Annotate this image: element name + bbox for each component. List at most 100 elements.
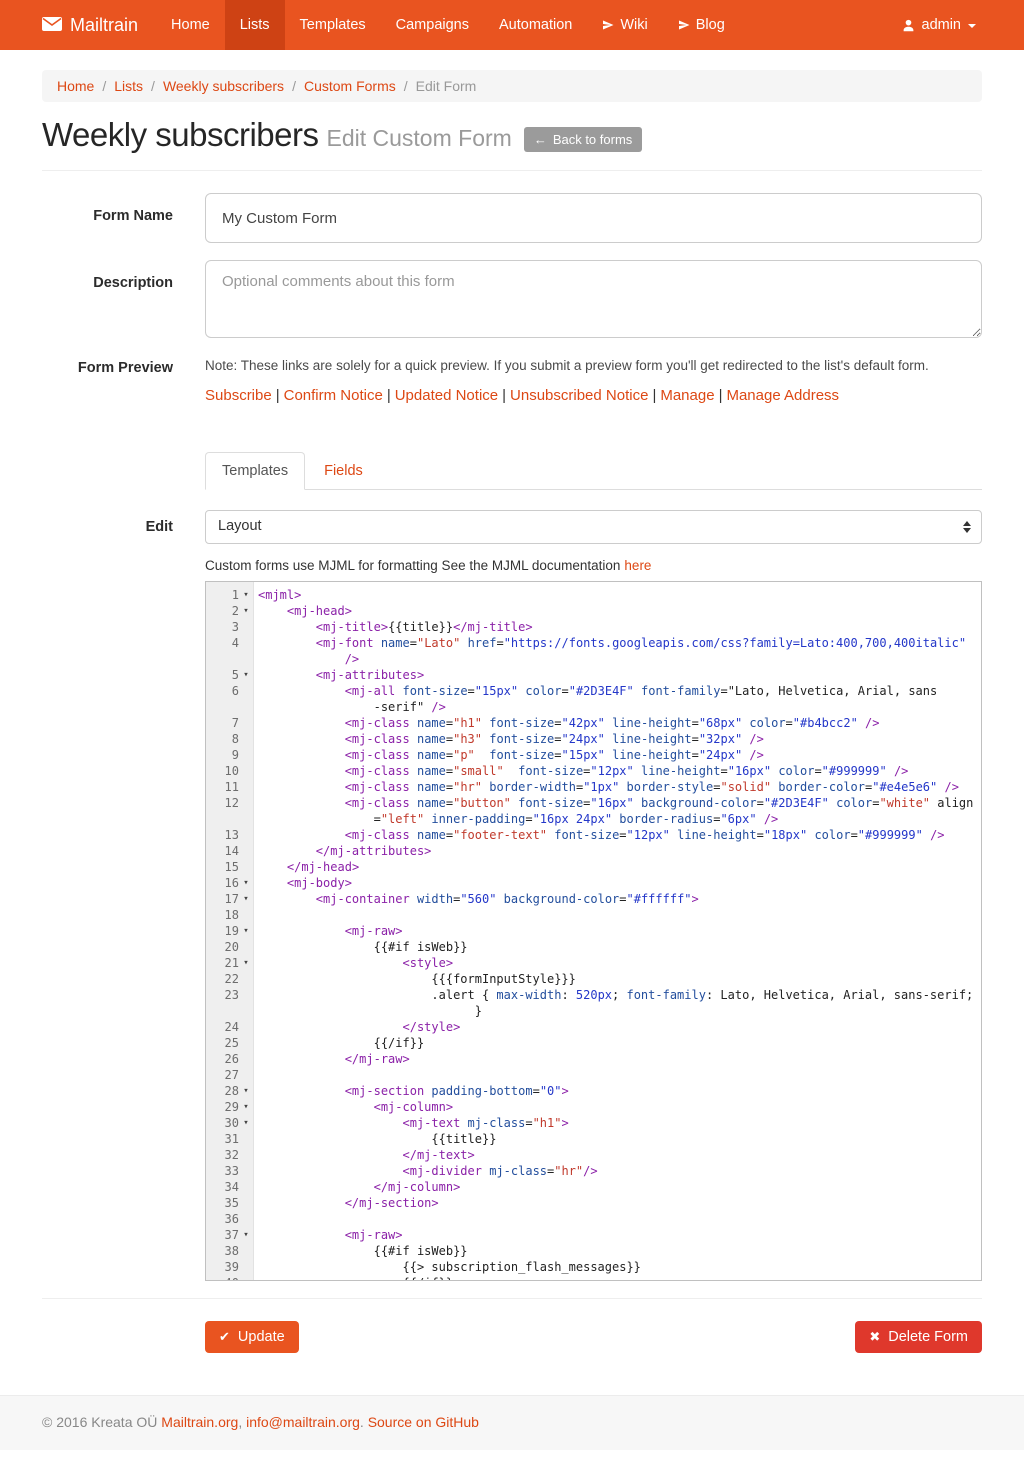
template-select[interactable]: Layout (205, 510, 982, 544)
line-number: 39 (206, 1259, 239, 1275)
fold-arrow-icon[interactable]: ▾ (239, 1083, 253, 1099)
preview-link-confirm-notice[interactable]: Confirm Notice (284, 387, 383, 404)
preview-links: Subscribe|Confirm Notice|Updated Notice|… (205, 387, 982, 404)
code-line[interactable]: .alert { max-width: 520px; font-family: … (258, 987, 981, 1003)
fold-arrow-icon[interactable]: ▾ (239, 587, 253, 603)
brand-link[interactable]: Mailtrain (42, 0, 156, 50)
code-line[interactable]: <mj-raw> (258, 923, 981, 939)
code-line[interactable]: <mj-body> (258, 875, 981, 891)
code-line[interactable]: </mj-column> (258, 1179, 981, 1195)
code-line[interactable]: <mj-attributes> (258, 667, 981, 683)
code-line[interactable]: </mj-text> (258, 1147, 981, 1163)
code-line[interactable] (258, 1067, 981, 1083)
fold-arrow-icon[interactable]: ▾ (239, 1115, 253, 1131)
code-line[interactable]: {{> subscription_flash_messages}} (258, 1259, 981, 1275)
gutter-line: 25 (206, 1035, 253, 1051)
code-line[interactable]: {{{formInputStyle}}} (258, 971, 981, 987)
nav-item-blog[interactable]: Blog (663, 0, 740, 50)
back-to-forms-button[interactable]: ← Back to forms (524, 127, 642, 152)
code-line[interactable]: <mj-divider mj-class="hr"/> (258, 1163, 981, 1179)
description-input[interactable] (205, 260, 982, 338)
code-line[interactable] (258, 1211, 981, 1227)
code-line[interactable]: {{#if isWeb}} (258, 939, 981, 955)
footer-link-info-mailtrain-org[interactable]: info@mailtrain.org (246, 1414, 360, 1430)
code-line[interactable]: <mj-section padding-bottom="0"> (258, 1083, 981, 1099)
code-line[interactable]: <mj-head> (258, 603, 981, 619)
code-line[interactable]: <style> (258, 955, 981, 971)
code-editor[interactable]: 1▾2▾345▾678910111213141516▾17▾1819▾2021▾… (205, 581, 982, 1281)
tab-fields[interactable]: Fields (307, 452, 380, 490)
gutter-line: 27 (206, 1067, 253, 1083)
fold-arrow-icon[interactable]: ▾ (239, 891, 253, 907)
code-line[interactable]: {{/if}} (258, 1275, 981, 1280)
fold-arrow-icon[interactable]: ▾ (239, 955, 253, 971)
code-line[interactable]: <mj-title>{{title}}</mj-title> (258, 619, 981, 635)
code-line[interactable]: <mj-all font-size="15px" color="#2D3E4F"… (258, 683, 981, 699)
code-line[interactable]: <mj-class name="footer-text" font-size="… (258, 827, 981, 843)
user-label: admin (922, 17, 962, 33)
code-line[interactable]: </style> (258, 1019, 981, 1035)
code-line[interactable]: ="left" inner-padding="16px 24px" border… (258, 811, 981, 827)
code-line[interactable]: </mj-section> (258, 1195, 981, 1211)
nav-item-campaigns[interactable]: Campaigns (381, 0, 484, 50)
code-line[interactable]: -serif" /> (258, 699, 981, 715)
nav-item-templates[interactable]: Templates (285, 0, 381, 50)
fold-arrow-icon[interactable]: ▾ (239, 667, 253, 683)
breadcrumb-link-home[interactable]: Home (57, 78, 94, 94)
code-line[interactable]: <mj-class name="button" font-size="16px"… (258, 795, 981, 811)
fold-arrow-icon[interactable]: ▾ (239, 603, 253, 619)
code-line[interactable]: <mj-class name="small" font-size="12px" … (258, 763, 981, 779)
form-name-input[interactable] (205, 193, 982, 243)
code-line[interactable]: <mj-font name="Lato" href="https://fonts… (258, 635, 981, 651)
code-line[interactable] (258, 907, 981, 923)
code-line[interactable]: <mj-column> (258, 1099, 981, 1115)
update-button[interactable]: ✔ Update (205, 1321, 299, 1353)
breadcrumb-link-custom-forms[interactable]: Custom Forms (304, 78, 396, 94)
code-line[interactable]: {{#if isWeb}} (258, 1243, 981, 1259)
line-number: 28 (206, 1083, 239, 1099)
preview-note: Note: These links are solely for a quick… (205, 358, 982, 373)
code-line[interactable]: </mj-raw> (258, 1051, 981, 1067)
gutter-line: 40 (206, 1275, 253, 1281)
code-line[interactable]: <mj-container width="560" background-col… (258, 891, 981, 907)
code-line[interactable]: <mj-class name="hr" border-width="1px" b… (258, 779, 981, 795)
preview-link-unsubscribed-notice[interactable]: Unsubscribed Notice (510, 387, 648, 404)
code-line[interactable]: <mj-class name="p" font-size="15px" line… (258, 747, 981, 763)
nav-item-lists[interactable]: Lists (225, 0, 285, 50)
footer-link-source-on-github[interactable]: Source on GitHub (368, 1414, 479, 1430)
code-line[interactable]: </mj-attributes> (258, 843, 981, 859)
delete-form-button[interactable]: ✖ Delete Form (855, 1321, 982, 1353)
code-line[interactable]: {{title}} (258, 1131, 981, 1147)
code-line[interactable]: <mj-raw> (258, 1227, 981, 1243)
code-line[interactable]: } (258, 1003, 981, 1019)
mjml-doc-link[interactable]: here (624, 558, 651, 573)
code-line[interactable]: <mjml> (258, 587, 981, 603)
preview-link-subscribe[interactable]: Subscribe (205, 387, 272, 404)
code-line[interactable]: {{/if}} (258, 1035, 981, 1051)
preview-link-updated-notice[interactable]: Updated Notice (395, 387, 498, 404)
tab-templates[interactable]: Templates (205, 452, 305, 490)
nav-item-home[interactable]: Home (156, 0, 225, 50)
gutter-line: 19▾ (206, 923, 253, 939)
fold-arrow-icon[interactable]: ▾ (239, 1227, 253, 1243)
editor-code[interactable]: <mjml> <mj-head> <mj-title>{{title}}</mj… (254, 582, 981, 1280)
user-menu[interactable]: admin (896, 0, 983, 50)
fold-arrow-icon[interactable]: ▾ (239, 923, 253, 939)
gutter-line: 9 (206, 747, 253, 763)
gutter-line: 33 (206, 1163, 253, 1179)
code-line[interactable]: /> (258, 651, 981, 667)
preview-link-manage-address[interactable]: Manage Address (726, 387, 839, 404)
nav-item-wiki[interactable]: Wiki (587, 0, 662, 50)
divider (42, 1298, 982, 1299)
nav-item-automation[interactable]: Automation (484, 0, 587, 50)
preview-link-manage[interactable]: Manage (660, 387, 714, 404)
breadcrumb-link-weekly-subscribers[interactable]: Weekly subscribers (163, 78, 284, 94)
code-line[interactable]: <mj-class name="h1" font-size="42px" lin… (258, 715, 981, 731)
footer-link-mailtrain-org[interactable]: Mailtrain.org (161, 1414, 238, 1430)
code-line[interactable]: <mj-text mj-class="h1"> (258, 1115, 981, 1131)
fold-arrow-icon[interactable]: ▾ (239, 875, 253, 891)
code-line[interactable]: </mj-head> (258, 859, 981, 875)
fold-arrow-icon[interactable]: ▾ (239, 1099, 253, 1115)
breadcrumb-link-lists[interactable]: Lists (114, 78, 143, 94)
code-line[interactable]: <mj-class name="h3" font-size="24px" lin… (258, 731, 981, 747)
